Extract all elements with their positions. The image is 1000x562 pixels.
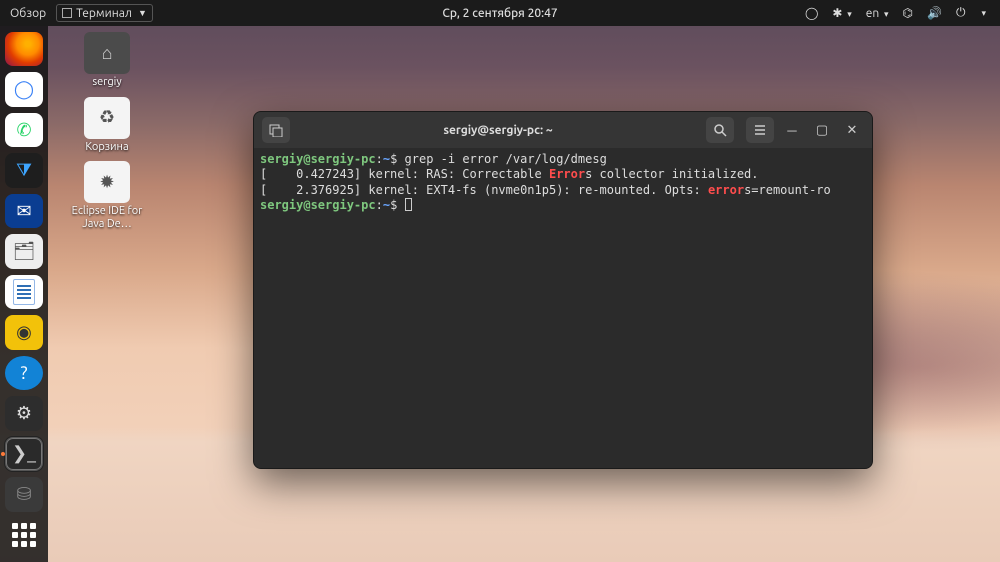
dock-app-whatsapp[interactable]: ✆ xyxy=(5,113,43,147)
output-line: [ 2.376925] kernel: EXT4-fs (nvme0n1p5):… xyxy=(260,183,708,197)
app-menu-button[interactable]: Терминал ▼ xyxy=(56,4,153,22)
desktop-icon-label: Корзина xyxy=(85,141,128,154)
output-line: [ 0.427243] kernel: RAS: Correctable xyxy=(260,167,549,181)
dock-app-settings[interactable]: ⚙ xyxy=(5,396,43,430)
match-highlight: error xyxy=(708,183,744,197)
eclipse-icon: ✹ xyxy=(84,161,130,203)
system-menu-chevron-icon[interactable]: ▾ xyxy=(981,8,986,19)
dock-app-sound[interactable]: ◉ xyxy=(5,315,43,349)
dock-app-thunderbird[interactable]: ✉ xyxy=(5,194,43,228)
terminal-icon xyxy=(62,8,72,18)
hamburger-icon xyxy=(753,123,767,137)
dock-app-drive[interactable]: ⛁ xyxy=(5,477,43,511)
cursor xyxy=(405,198,412,211)
minimize-button[interactable]: － xyxy=(780,118,804,142)
prompt-user: sergiy@sergiy-pc xyxy=(260,152,376,166)
desktop-icon-label: sergiy xyxy=(92,76,121,89)
desktop-icon-label: Eclipse IDE for Java De… xyxy=(62,205,152,230)
home-icon: ⌂ xyxy=(84,32,130,74)
dock-app-chromium[interactable]: ◯ xyxy=(5,72,43,106)
terminal-title: sergiy@sergiy-pc: ~ xyxy=(290,124,706,137)
search-icon xyxy=(713,123,727,137)
volume-icon[interactable]: 🔊 xyxy=(927,6,942,20)
prompt-path: ~ xyxy=(383,198,390,212)
power-icon[interactable]: ⏻ xyxy=(956,6,966,20)
output-line-suffix: s=remount-ro xyxy=(744,183,831,197)
output-line-suffix: s collector initialized. xyxy=(585,167,758,181)
match-highlight: Error xyxy=(549,167,585,181)
dock-app-terminal[interactable]: ❯_ xyxy=(5,437,43,472)
maximize-button[interactable]: ▢ xyxy=(810,118,834,142)
desktop-icon-eclipse[interactable]: ✹ Eclipse IDE for Java De… xyxy=(62,161,152,230)
keyboard-layout-indicator[interactable]: en ▾ xyxy=(866,7,889,20)
new-tab-button[interactable] xyxy=(262,117,290,143)
desktop-icon-trash[interactable]: ♻ Корзина xyxy=(62,97,152,154)
network-icon[interactable]: ⌬ xyxy=(903,6,913,20)
dock-app-writer[interactable] xyxy=(5,275,43,309)
top-bar: Обзор Терминал ▼ Ср, 2 сентября 20:47 ◯ … xyxy=(0,0,1000,26)
close-button[interactable]: ✕ xyxy=(840,118,864,142)
dock-show-apps[interactable] xyxy=(5,518,43,552)
terminal-window[interactable]: sergiy@sergiy-pc: ~ － ▢ ✕ sergiy@sergiy-… xyxy=(253,111,873,469)
activities-button[interactable]: Обзор xyxy=(10,7,46,20)
prompt-path: ~ xyxy=(383,152,390,166)
command-text: grep -i error /var/log/dmesg xyxy=(405,152,607,166)
new-tab-icon xyxy=(269,123,283,137)
chevron-down-icon: ▼ xyxy=(138,8,147,18)
trash-icon: ♻ xyxy=(84,97,130,139)
desktop[interactable]: ⌂ sergiy ♻ Корзина ✹ Eclipse IDE for Jav… xyxy=(48,26,1000,562)
dock: ◯ ✆ ⧩ ✉ 🗂 ◉ ? ⚙ ❯_ ⛁ xyxy=(0,26,48,562)
terminal-body[interactable]: sergiy@sergiy-pc:~$ grep -i error /var/l… xyxy=(254,148,872,468)
no-notifications-icon[interactable]: ◯ xyxy=(805,6,818,20)
prompt-user: sergiy@sergiy-pc xyxy=(260,198,376,212)
dock-app-vscode[interactable]: ⧩ xyxy=(5,153,43,187)
desktop-icon-column: ⌂ sergiy ♻ Корзина ✹ Eclipse IDE for Jav… xyxy=(62,32,152,231)
desktop-icon-home[interactable]: ⌂ sergiy xyxy=(62,32,152,89)
dock-app-firefox[interactable] xyxy=(5,32,43,66)
dock-app-help[interactable]: ? xyxy=(5,356,43,390)
menu-button[interactable] xyxy=(746,117,774,143)
clock[interactable]: Ср, 2 сентября 20:47 xyxy=(442,7,557,20)
terminal-titlebar[interactable]: sergiy@sergiy-pc: ~ － ▢ ✕ xyxy=(254,112,872,148)
accessibility-icon[interactable]: ✱ ▾ xyxy=(832,6,851,20)
dock-app-files[interactable]: 🗂 xyxy=(5,234,43,268)
app-menu-label: Терминал xyxy=(76,7,132,20)
search-button[interactable] xyxy=(706,117,734,143)
